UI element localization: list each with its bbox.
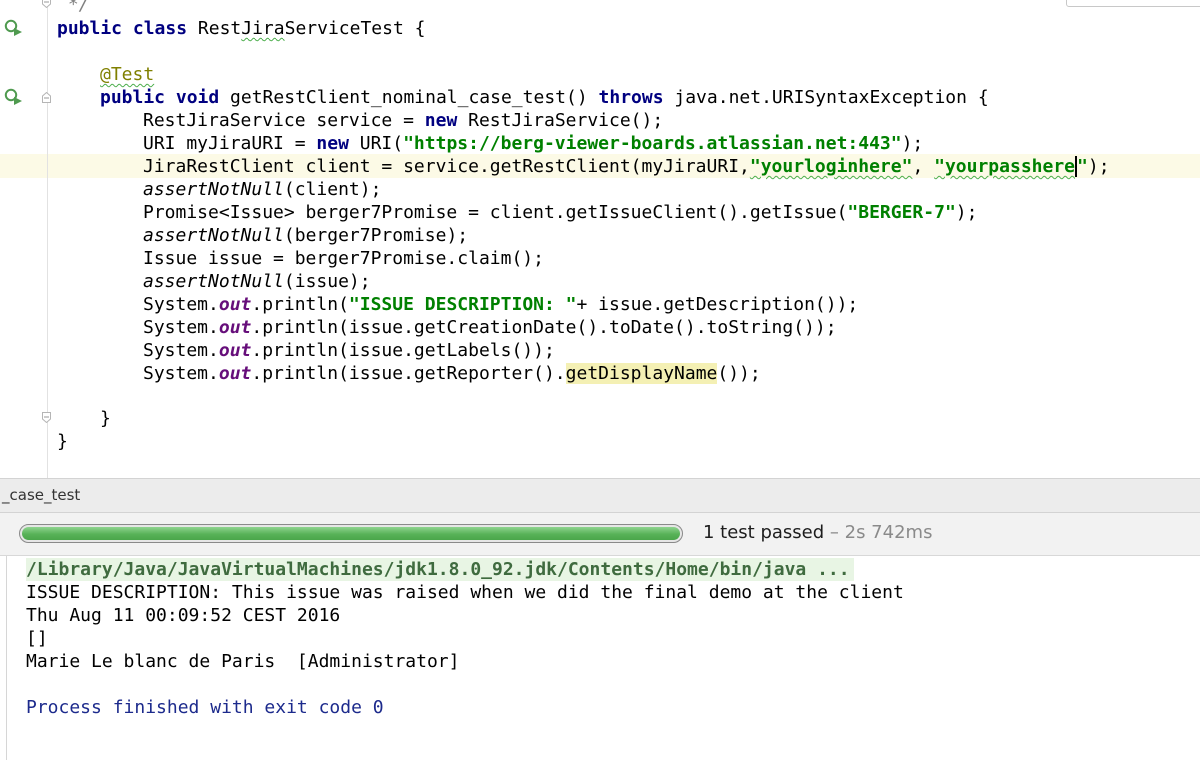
test-progress-area: 1 test passed – 2s 742ms (0, 513, 1200, 556)
code-text: (issue); (283, 271, 371, 292)
code-text: System. (143, 294, 219, 315)
keyword: new (424, 110, 458, 131)
gutter-divider (47, 0, 48, 478)
fold-icon[interactable] (42, 0, 51, 8)
comment-text: */ (57, 0, 90, 15)
static-field: out (218, 294, 252, 315)
test-status: 1 test passed – 2s 742ms (703, 522, 932, 543)
string-literal: "yourloginhere" (749, 156, 913, 177)
code-line: Promise<Issue> berger7Promise = client.g… (143, 201, 977, 224)
code-text: Promise<Issue> berger7Promise = client.g… (143, 202, 848, 223)
code-line-comment-end: */ (57, 0, 90, 16)
highlighted-method: getDisplayName (565, 363, 718, 384)
string-literal: " (1077, 156, 1088, 177)
code-text: .println( (251, 294, 349, 315)
code-editor[interactable]: */ public class RestJiraServiceTest { @T… (0, 0, 1200, 478)
test-progress-fill (22, 527, 680, 540)
annotation: @Test (100, 64, 155, 85)
run-test-icon[interactable] (4, 88, 24, 106)
console-line: ISSUE DESCRIPTION: This issue was raised… (26, 582, 904, 603)
test-progress-bar (19, 524, 683, 543)
code-line: Issue issue = berger7Promise.claim(); (143, 247, 544, 270)
code-text: .println(issue.getReporter(). (251, 363, 566, 384)
fold-icon[interactable] (42, 412, 51, 423)
test-duration: – 2s 742ms (824, 522, 933, 543)
keyword: public void (100, 87, 231, 108)
keyword: throws (598, 87, 664, 108)
class-name-part: ServiceTest { (284, 18, 426, 39)
run-panel-header: _case_test (0, 478, 1200, 513)
keyword: new (316, 133, 349, 154)
code-line-class-decl: public class RestJiraServiceTest { (57, 17, 426, 40)
editor-corner-frame (1066, 0, 1200, 7)
code-line: URI myJiraURI = new URI("https://berg-vi… (143, 132, 923, 155)
code-line: RestJiraService service = new RestJiraSe… (143, 109, 663, 132)
code-line-close-method: } (100, 407, 111, 430)
code-line-close-class: } (57, 430, 68, 453)
code-line-current: JiraRestClient client = service.getRestC… (143, 155, 1110, 178)
code-text: System. (143, 363, 219, 384)
static-field: out (218, 317, 252, 338)
code-text: ); (955, 202, 978, 223)
code-line: assertNotNull(issue); (143, 270, 371, 293)
class-name-part: Rest (197, 18, 242, 39)
class-name-typo: Jira (241, 18, 285, 39)
code-line: System.out.println(issue.getReporter().g… (143, 362, 761, 385)
keyword: public class (57, 18, 198, 39)
console-divider (6, 556, 7, 760)
console-line: Thu Aug 11 00:09:52 CEST 2016 (26, 605, 341, 626)
code-text: (berger7Promise); (283, 225, 469, 246)
console-line: [] (26, 628, 48, 649)
code-line: assertNotNull(client); (143, 178, 381, 201)
static-method: assertNotNull (143, 225, 284, 246)
code-line-annotation: @Test (100, 63, 154, 86)
code-text: , (912, 156, 935, 177)
code-text: RestJiraService service = (143, 110, 425, 131)
closing-brace: } (100, 408, 111, 429)
string-literal: "https://berg-viewer-boards.atlassian.ne… (403, 133, 902, 154)
closing-brace: } (57, 431, 68, 452)
code-line: System.out.println("ISSUE DESCRIPTION: "… (143, 293, 858, 316)
console-exit-line: Process finished with exit code 0 (26, 697, 384, 718)
test-status-label: 1 test passed (703, 522, 825, 543)
code-text: System. (143, 340, 219, 361)
code-line: System.out.println(issue.getCreationDate… (143, 316, 837, 339)
code-line: assertNotNull(berger7Promise); (143, 224, 468, 247)
static-field: out (218, 363, 252, 384)
static-field: out (218, 340, 252, 361)
code-text: (client); (283, 179, 382, 200)
code-text: System. (143, 317, 219, 338)
code-text: ); (1087, 156, 1110, 177)
code-text: .println(issue.getCreationDate().toDate(… (251, 317, 837, 338)
exception-type: java.net.URISyntaxException { (663, 87, 989, 108)
code-line-method-decl: public void getRestClient_nominal_case_t… (100, 86, 989, 109)
static-method: assertNotNull (143, 271, 284, 292)
code-text: .println(issue.getLabels()); (251, 340, 555, 361)
code-text: JiraRestClient client = service.getRestC… (143, 156, 750, 177)
code-text: ()); (717, 363, 761, 384)
code-text: URI( (348, 133, 404, 154)
code-text: + issue.getDescription()); (576, 294, 859, 315)
string-literal: "ISSUE DESCRIPTION: " (348, 294, 577, 315)
run-config-title[interactable]: _case_test (2, 486, 80, 504)
code-text: Issue issue = berger7Promise.claim(); (143, 248, 544, 269)
method-signature: getRestClient_nominal_case_test() (230, 87, 599, 108)
run-test-icon[interactable] (4, 19, 24, 37)
static-method: assertNotNull (143, 179, 284, 200)
code-line: System.out.println(issue.getLabels()); (143, 339, 555, 362)
code-text: RestJiraService(); (457, 110, 664, 131)
string-literal: "BERGER-7" (847, 202, 956, 223)
string-literal-with-caret: "yourpasshere (934, 156, 1078, 177)
console-output[interactable]: /Library/Java/JavaVirtualMachines/jdk1.8… (0, 556, 1200, 760)
console-line: Marie Le blanc de Paris [Administrator] (26, 651, 460, 672)
code-text: URI myJiraURI = (143, 133, 317, 154)
fold-icon[interactable] (42, 92, 51, 103)
code-text: ); (901, 133, 924, 154)
console-command-line[interactable]: /Library/Java/JavaVirtualMachines/jdk1.8… (26, 558, 854, 581)
